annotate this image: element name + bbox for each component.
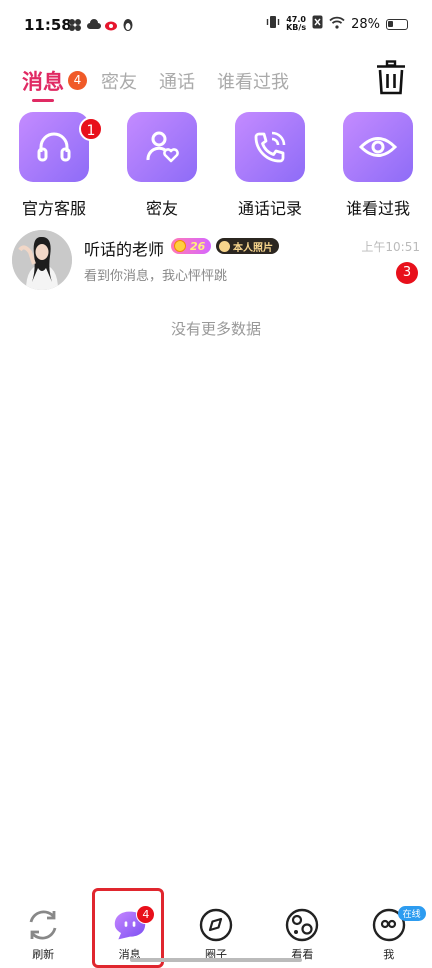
system-status-icons: 47.0 KB/s 28% (266, 15, 408, 33)
tab-who-viewed-me[interactable]: 谁看过我 (217, 68, 289, 94)
net-speed: 47.0 KB/s (286, 16, 306, 32)
tab-messages[interactable]: 消息 (22, 66, 64, 102)
quick-actions: 1 官方客服 密友 通话记录 谁看过我 (0, 112, 432, 219)
nav-circle[interactable]: 圈子 (173, 900, 259, 964)
nav-messages[interactable]: 4 消息 (86, 900, 172, 964)
bottom-nav: 刷新 4 消息 圈子 看看 在线 我 (0, 900, 432, 964)
level-badge: 26 (171, 238, 211, 254)
contact-name: 听话的老师 (84, 240, 165, 259)
no-more-data: 没有更多数据 (170, 320, 261, 338)
online-status-badge: 在线 (397, 906, 426, 921)
nav-label: 刷新 (32, 948, 55, 961)
verified-label: 本人照片 (233, 242, 273, 254)
verified-photo-badge: 本人照片 (216, 238, 279, 254)
tab-messages-badge: 4 (68, 70, 87, 90)
no-sim-icon (312, 15, 323, 33)
phone-call-icon (235, 112, 305, 182)
top-tabs: 消息 4 密友 通话 谁看过我 (22, 64, 311, 102)
trash-icon[interactable] (376, 60, 406, 96)
friend-heart-icon (127, 112, 197, 182)
quick-who-viewed-me[interactable]: 谁看过我 (324, 112, 432, 219)
quick-label: 官方客服 (21, 199, 86, 218)
quick-label: 密友 (145, 199, 178, 218)
nav-label: 我 (383, 948, 395, 961)
notification-icons (68, 17, 136, 31)
penguin-icon (122, 17, 136, 31)
eye-icon (343, 112, 413, 182)
conversation-item[interactable]: 听话的老师 26 本人照片 看到你消息，我心怦怦跳 上午10:51 3 (0, 228, 432, 292)
verified-person-icon (219, 240, 230, 252)
compass-icon (199, 908, 233, 942)
battery-icon (386, 18, 408, 30)
level-number: 26 (190, 239, 206, 253)
nav-me[interactable]: 在线 我 (346, 900, 432, 964)
quick-label: 通话记录 (237, 199, 302, 218)
planet-icon (285, 908, 319, 942)
net-speed-unit: KB/s (286, 23, 307, 32)
status-bar: 11:58 47.0 KB/s 28% (0, 0, 432, 50)
weibo-icon (104, 17, 118, 31)
level-coin-icon (174, 240, 186, 252)
quick-label: 谁看过我 (345, 199, 410, 218)
cloud-icon (86, 17, 101, 31)
status-time: 11:58 (24, 16, 72, 34)
customer-service-badge: 1 (79, 117, 103, 141)
battery-percent: 28% (351, 16, 380, 32)
wifi-icon (329, 16, 345, 33)
nav-messages-badge: 4 (136, 905, 156, 924)
quick-close-friends[interactable]: 密友 (108, 112, 216, 219)
tab-calls[interactable]: 通话 (159, 68, 195, 94)
vibrate-icon (266, 15, 280, 33)
app-notification-icon (68, 17, 82, 31)
nav-look[interactable]: 看看 (259, 900, 345, 964)
unread-badge: 3 (396, 262, 418, 284)
tab-close-friends[interactable]: 密友 (101, 68, 137, 94)
message-time: 上午10:51 (361, 240, 420, 254)
home-indicator (130, 958, 302, 962)
quick-customer-service[interactable]: 1 官方客服 (0, 112, 108, 219)
headset-icon (19, 112, 89, 182)
avatar[interactable] (12, 230, 72, 290)
last-message: 看到你消息，我心怦怦跳 (84, 269, 228, 284)
nav-refresh[interactable]: 刷新 (0, 900, 86, 964)
refresh-icon (26, 908, 60, 942)
quick-call-records[interactable]: 通话记录 (216, 112, 324, 219)
